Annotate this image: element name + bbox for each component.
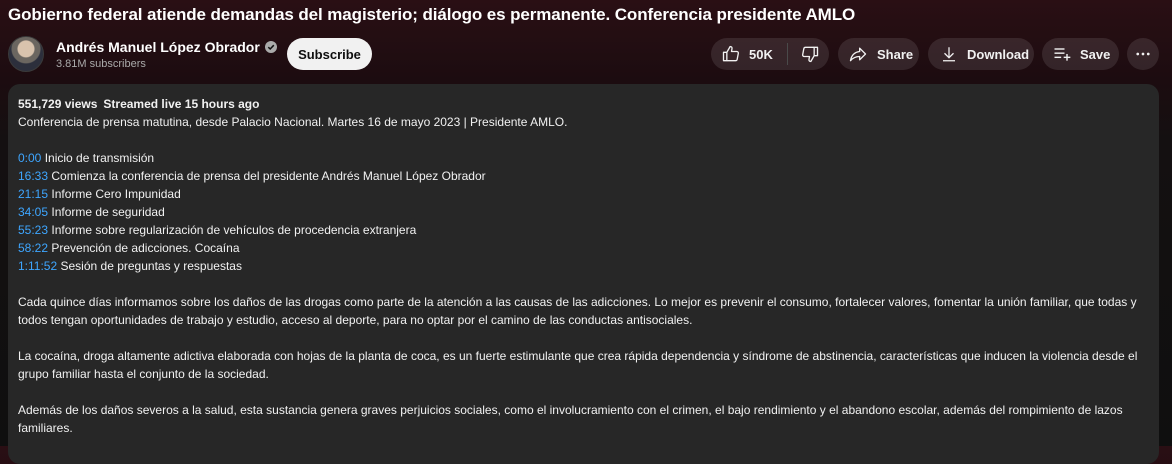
thumbs-down-icon — [800, 44, 820, 64]
share-label: Share — [877, 46, 914, 62]
verified-check-icon — [264, 40, 277, 53]
download-button[interactable]: Download — [928, 38, 1034, 70]
share-arrow-icon — [848, 44, 868, 64]
chapter-timestamp-link[interactable]: 58:22 — [18, 241, 48, 255]
download-icon — [940, 45, 958, 63]
chapter-title: Informe sobre regularización de vehículo… — [51, 223, 417, 237]
channel-owner: Andrés Manuel López Obrador 3.81M subscr… — [8, 36, 277, 72]
channel-info: Andrés Manuel López Obrador 3.81M subscr… — [56, 39, 277, 70]
description-paragraph: Cada quince días informamos sobre los da… — [18, 295, 1137, 327]
chapter-timestamp-link[interactable]: 16:33 — [18, 169, 48, 183]
share-button[interactable]: Share — [838, 38, 919, 70]
description-paragraph: La cocaína, droga altamente adictiva ela… — [18, 349, 1138, 381]
subscriber-count: 3.81M subscribers — [56, 57, 146, 70]
chapter-timestamp-link[interactable]: 34:05 — [18, 205, 48, 219]
chapter-item: 58:22 Prevención de adicciones. Cocaína — [18, 239, 1149, 257]
video-meta: 551,729 views Streamed live 15 hours ago — [18, 95, 1149, 113]
video-title: Gobierno federal atiende demandas del ma… — [8, 5, 856, 24]
dislike-button[interactable] — [788, 38, 820, 70]
like-button[interactable]: 50K — [711, 38, 773, 70]
more-horizontal-icon — [1134, 45, 1152, 63]
view-count: 551,729 views — [18, 97, 98, 111]
chapter-title: Prevención de adicciones. Cocaína — [51, 241, 240, 255]
chapter-item: 1:11:52 Sesión de preguntas y respuestas — [18, 257, 1149, 275]
more-actions-button[interactable] — [1127, 38, 1159, 70]
like-dislike-group: 50K — [711, 38, 829, 70]
save-label: Save — [1080, 46, 1111, 62]
playlist-add-icon — [1052, 44, 1072, 64]
chapter-timestamp-link[interactable]: 55:23 — [18, 223, 48, 237]
chapter-item: 0:00 Inicio de transmisión — [18, 149, 1149, 167]
like-count: 50K — [749, 46, 773, 62]
chapter-item: 55:23 Informe sobre regularización de ve… — [18, 221, 1149, 239]
chapter-title: Comienza la conferencia de prensa del pr… — [51, 169, 486, 183]
description-paragraph: Además de los daños severos a la salud, … — [18, 403, 1123, 435]
channel-name[interactable]: Andrés Manuel López Obrador — [56, 39, 260, 55]
chapter-title: Informe Cero Impunidad — [51, 187, 181, 201]
chapter-item: 34:05 Informe de seguridad — [18, 203, 1149, 221]
chapter-item: 16:33 Comienza la conferencia de prensa … — [18, 167, 1149, 185]
chapter-title: Sesión de preguntas y respuestas — [60, 259, 242, 273]
save-button[interactable]: Save — [1042, 38, 1119, 70]
chapter-timestamp-link[interactable]: 21:15 — [18, 187, 48, 201]
chapter-title: Informe de seguridad — [51, 205, 165, 219]
description-box[interactable]: 551,729 views Streamed live 15 hours ago … — [8, 84, 1159, 464]
subscribe-button[interactable]: Subscribe — [287, 38, 372, 70]
channel-avatar[interactable] — [8, 36, 44, 72]
stream-date: Streamed live 15 hours ago — [103, 97, 260, 111]
chapter-item: 21:15 Informe Cero Impunidad — [18, 185, 1149, 203]
download-label: Download — [967, 46, 1030, 62]
chapter-title: Inicio de transmisión — [44, 151, 155, 165]
chapter-timestamp-link[interactable]: 1:11:52 — [18, 259, 57, 273]
description-summary: Conferencia de prensa matutina, desde Pa… — [18, 115, 568, 129]
thumbs-up-icon — [721, 44, 741, 64]
chapter-timestamp-link[interactable]: 0:00 — [18, 151, 41, 165]
chapter-list: 0:00 Inicio de transmisión 16:33 Comienz… — [18, 149, 1149, 275]
